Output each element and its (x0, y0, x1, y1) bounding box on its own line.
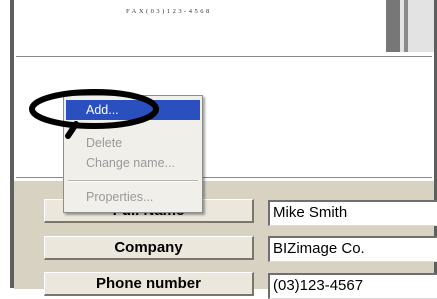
preview-side-divider (404, 0, 408, 52)
preview-scroll-edge (386, 0, 400, 52)
menu-separator (68, 180, 198, 182)
company-label-button[interactable]: Company (44, 236, 254, 260)
menu-item-properties[interactable]: Properties... (66, 187, 200, 207)
full-name-field[interactable]: Mike Smith (268, 200, 437, 226)
menu-item-change-name[interactable]: Change name... (66, 153, 200, 173)
phone-number-field[interactable]: (03)123-4567 (268, 273, 437, 299)
company-field[interactable]: BIZimage Co. (268, 236, 437, 262)
card-fax-text: FAX(03)123-4568 (126, 8, 212, 15)
annotation-circle-icon (29, 89, 159, 139)
phone-number-label-button[interactable]: Phone number (44, 272, 254, 296)
